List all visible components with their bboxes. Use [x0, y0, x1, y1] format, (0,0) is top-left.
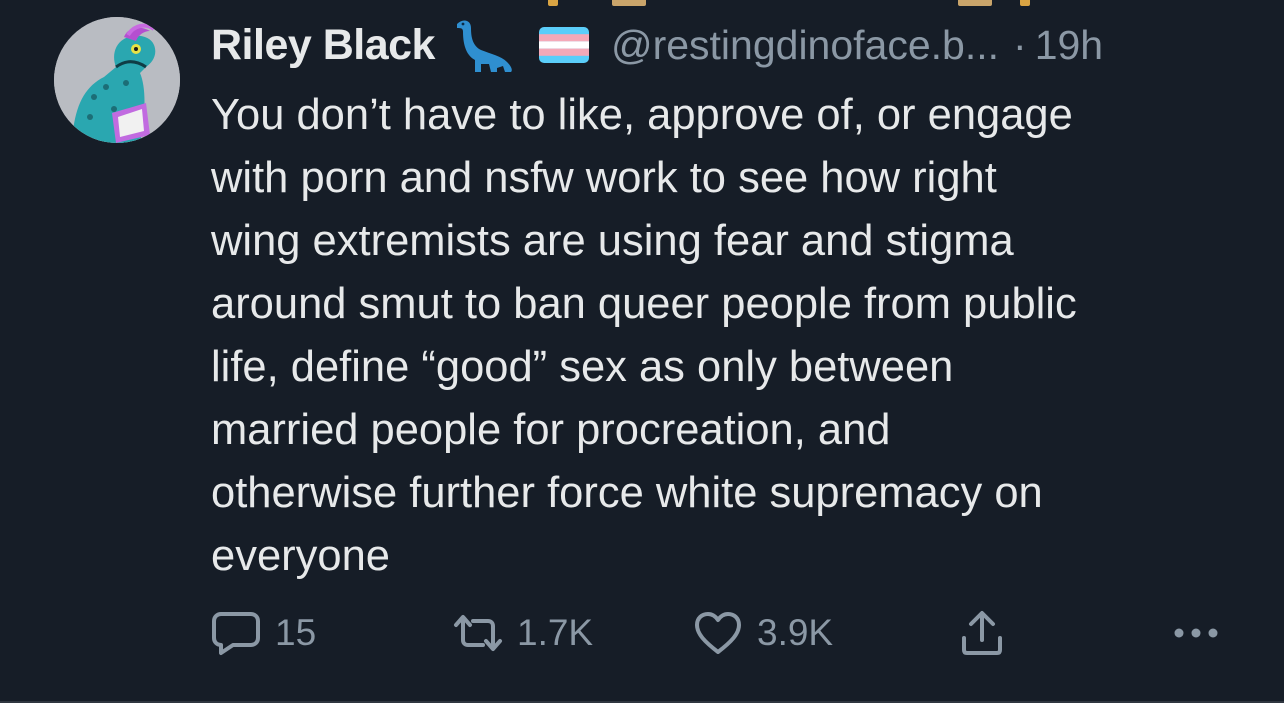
transgender-flag-icon: [538, 27, 589, 63]
author-handle[interactable]: @restingdinoface.b...: [611, 22, 999, 69]
reply-count: 15: [275, 612, 317, 653]
previous-tweet-clip: [0, 0, 1284, 10]
sauropod-icon: [456, 20, 512, 72]
separator-dot: ·: [1013, 21, 1027, 68]
retweet-button[interactable]: 1.7K: [453, 606, 593, 660]
tweet-actions: 15 1.7K 3.9K: [211, 606, 1224, 660]
like-count: 3.9K: [757, 612, 834, 653]
author-name[interactable]: Riley Black: [211, 21, 435, 70]
more-button[interactable]: [1171, 606, 1221, 660]
like-button[interactable]: 3.9K: [693, 606, 833, 660]
reply-icon: [212, 612, 260, 655]
timestamp[interactable]: 19h: [1035, 22, 1103, 69]
tweet-header: Riley Black @restingdinoface.b... · 19h: [211, 14, 1103, 76]
more-icon: [1174, 628, 1218, 638]
avatar[interactable]: [54, 17, 180, 143]
tweet-text: You don’t have to like, approve of, or e…: [211, 91, 1077, 580]
retweet-icon: [454, 615, 502, 651]
dinosaur-avatar: [54, 17, 180, 143]
reply-button[interactable]: 15: [211, 606, 316, 660]
heart-icon: [695, 612, 741, 654]
retweet-count: 1.7K: [517, 612, 594, 653]
share-icon: [962, 611, 1002, 655]
share-button[interactable]: [959, 606, 1005, 660]
